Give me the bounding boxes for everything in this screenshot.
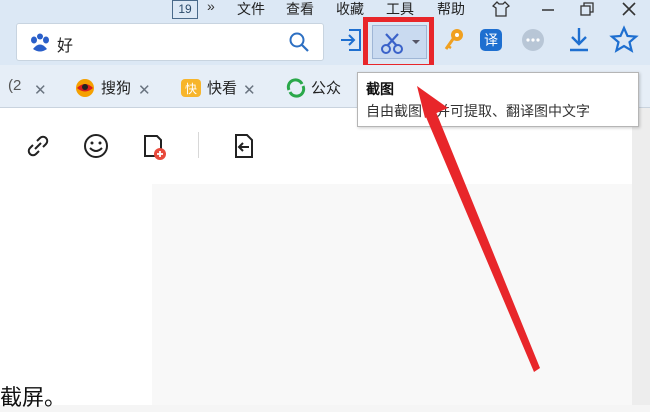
download-icon[interactable] [566,25,596,55]
skin-shirt-icon[interactable] [492,1,510,17]
tooltip-desc-right: 并可提取、翻译图中文字 [436,103,590,119]
menu-favorites[interactable]: 收藏 [336,0,364,18]
menu-view[interactable]: 查看 [286,0,314,18]
address-text: 好 [57,38,74,55]
menu-help[interactable]: 帮助 [437,0,465,18]
tab-2-close-icon[interactable]: ✕ [138,81,151,99]
search-icon[interactable] [289,32,309,52]
screenshot-tooltip: 截图 自由截图 并可提取、翻译图中文字 [357,72,639,127]
tab-3-close-icon[interactable]: ✕ [243,81,256,99]
address-bar[interactable]: 好 [16,23,324,61]
notification-badge[interactable]: 19 [172,0,198,19]
toolbar-divider [198,132,199,158]
scrollbar-track[interactable] [632,108,650,405]
tooltip-description: 自由截图 并可提取、翻译图中文字 [366,101,590,121]
emoji-icon[interactable] [82,132,110,160]
menu-tools[interactable]: 工具 [386,0,414,18]
translate-icon[interactable]: 译 [478,25,508,55]
add-card-icon[interactable] [139,132,167,160]
favorite-star-icon[interactable] [609,25,639,55]
close-icon[interactable] [621,1,637,17]
editor-content-right [152,184,632,405]
tooltip-title: 截图 [366,81,394,97]
body-text: 截屏。 [0,385,67,410]
key-icon[interactable] [442,25,472,55]
title-bar: 19 » 文件 查看 收藏 工具 帮助 [0,0,650,20]
menu-file[interactable]: 文件 [237,0,265,18]
svg-text:译: 译 [484,33,498,49]
toolbar: 好 译 [0,20,650,65]
kuaikan-logo-icon: 快 [181,79,201,97]
more-chevron-icon[interactable]: » [207,0,215,14]
tooltip-desc-left: 自由截图 [366,103,422,119]
baidu-paw-icon [31,33,49,52]
link-icon[interactable] [24,132,52,160]
refresh-logo-icon [286,78,306,98]
tab-1-close-icon[interactable]: ✕ [34,81,47,99]
sogou-logo-icon [76,79,94,97]
svg-text:快: 快 [185,82,197,96]
restore-icon[interactable] [579,1,595,17]
tab-3-label[interactable]: 快看 [207,77,237,101]
minimize-icon[interactable] [540,1,556,17]
tab-2-label[interactable]: 搜狗 [101,77,131,101]
highlight-box [363,17,434,69]
import-file-icon[interactable] [230,132,258,160]
tab-4-label[interactable]: 公众 [311,77,341,101]
tab-1-label[interactable]: (2 [8,77,21,101]
more-dots-icon[interactable] [520,25,550,55]
